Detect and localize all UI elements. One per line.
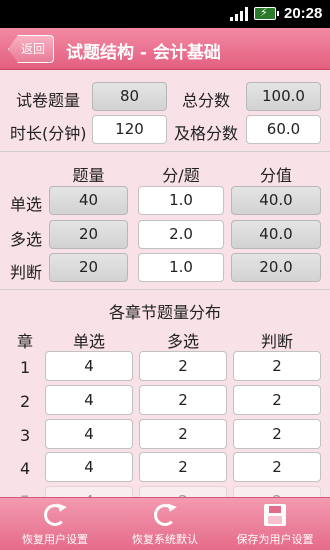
total-score-label: 总分数 (182, 91, 231, 110)
type-label-multi: 多选 (10, 230, 43, 249)
column-header-single: 单选 (72, 332, 105, 351)
restore-user-label: 恢复用户设置 (22, 533, 88, 546)
multi-per-input[interactable]: 2.0 (138, 220, 224, 249)
duration-input[interactable]: 120 (92, 115, 167, 144)
chapter-number: 2 (20, 392, 31, 411)
column-header-count: 题量 (72, 166, 105, 185)
chapter-judge-input[interactable]: 2 (233, 419, 321, 449)
chapter-multi-input[interactable]: 2 (139, 419, 227, 449)
column-header-chapter: 章 (16, 332, 33, 351)
judge-count-field: 20 (49, 253, 128, 282)
floppy-disk-icon (264, 504, 286, 526)
chapter-judge-input[interactable]: 2 (233, 351, 321, 381)
chapter-single-input[interactable]: 4 (45, 452, 133, 482)
single-total-field: 40.0 (231, 186, 321, 215)
chapter-judge-input[interactable]: 2 (233, 385, 321, 415)
chapters-title: 各章节题量分布 (108, 303, 221, 322)
save-user-label: 保存为用户设置 (236, 533, 314, 546)
total-questions-field: 80 (92, 82, 167, 111)
restore-default-label: 恢复系统默认 (132, 533, 198, 546)
bottom-toolbar: 恢复用户设置 恢复系统默认 保存为用户设置 (0, 497, 330, 550)
chapter-multi-input[interactable]: 2 (139, 452, 227, 482)
total-questions-label: 试卷题量 (16, 91, 81, 110)
chapter-number: 3 (20, 426, 31, 445)
pass-score-input[interactable]: 60.0 (246, 115, 321, 144)
title-bar: 返回 试题结构 - 会计基础 (0, 28, 330, 70)
judge-total-field: 20.0 (231, 253, 321, 282)
save-user-button[interactable]: 保存为用户设置 (220, 498, 330, 550)
back-button[interactable]: 返回 (8, 35, 54, 63)
single-count-field: 40 (49, 186, 128, 215)
column-header-score: 分值 (259, 166, 292, 185)
chapter-number: 4 (20, 459, 31, 478)
pass-score-label: 及格分数 (174, 124, 239, 143)
divider (0, 151, 330, 152)
column-header-judge: 判断 (260, 332, 293, 351)
signal-icon (230, 7, 248, 21)
chapter-number: 1 (20, 358, 31, 377)
status-bar: ⚡ 20:28 (0, 0, 330, 28)
divider (0, 289, 330, 290)
refresh-icon (44, 504, 66, 526)
chapter-single-input[interactable]: 4 (45, 419, 133, 449)
single-per-input[interactable]: 1.0 (138, 186, 224, 215)
restore-user-button[interactable]: 恢复用户设置 (0, 498, 110, 550)
duration-label: 时长(分钟) (10, 124, 87, 143)
multi-count-field: 20 (49, 220, 128, 249)
battery-icon: ⚡ (254, 6, 279, 20)
type-label-judge: 判断 (10, 263, 43, 282)
chapter-single-input[interactable]: 4 (45, 351, 133, 381)
judge-per-input[interactable]: 1.0 (138, 253, 224, 282)
clock: 20:28 (284, 5, 323, 22)
chapter-judge-input[interactable]: 2 (233, 452, 321, 482)
chapter-single-input[interactable]: 4 (45, 385, 133, 415)
refresh-icon (154, 504, 176, 526)
total-score-field: 100.0 (246, 82, 321, 111)
column-header-multi: 多选 (166, 332, 199, 351)
restore-default-button[interactable]: 恢复系统默认 (110, 498, 220, 550)
page-title: 试题结构 - 会计基础 (66, 43, 221, 63)
type-label-single: 单选 (10, 195, 43, 214)
multi-total-field: 40.0 (231, 220, 321, 249)
chapter-multi-input[interactable]: 2 (139, 385, 227, 415)
chapter-multi-input[interactable]: 2 (139, 351, 227, 381)
column-header-per-question: 分/题 (162, 166, 200, 185)
